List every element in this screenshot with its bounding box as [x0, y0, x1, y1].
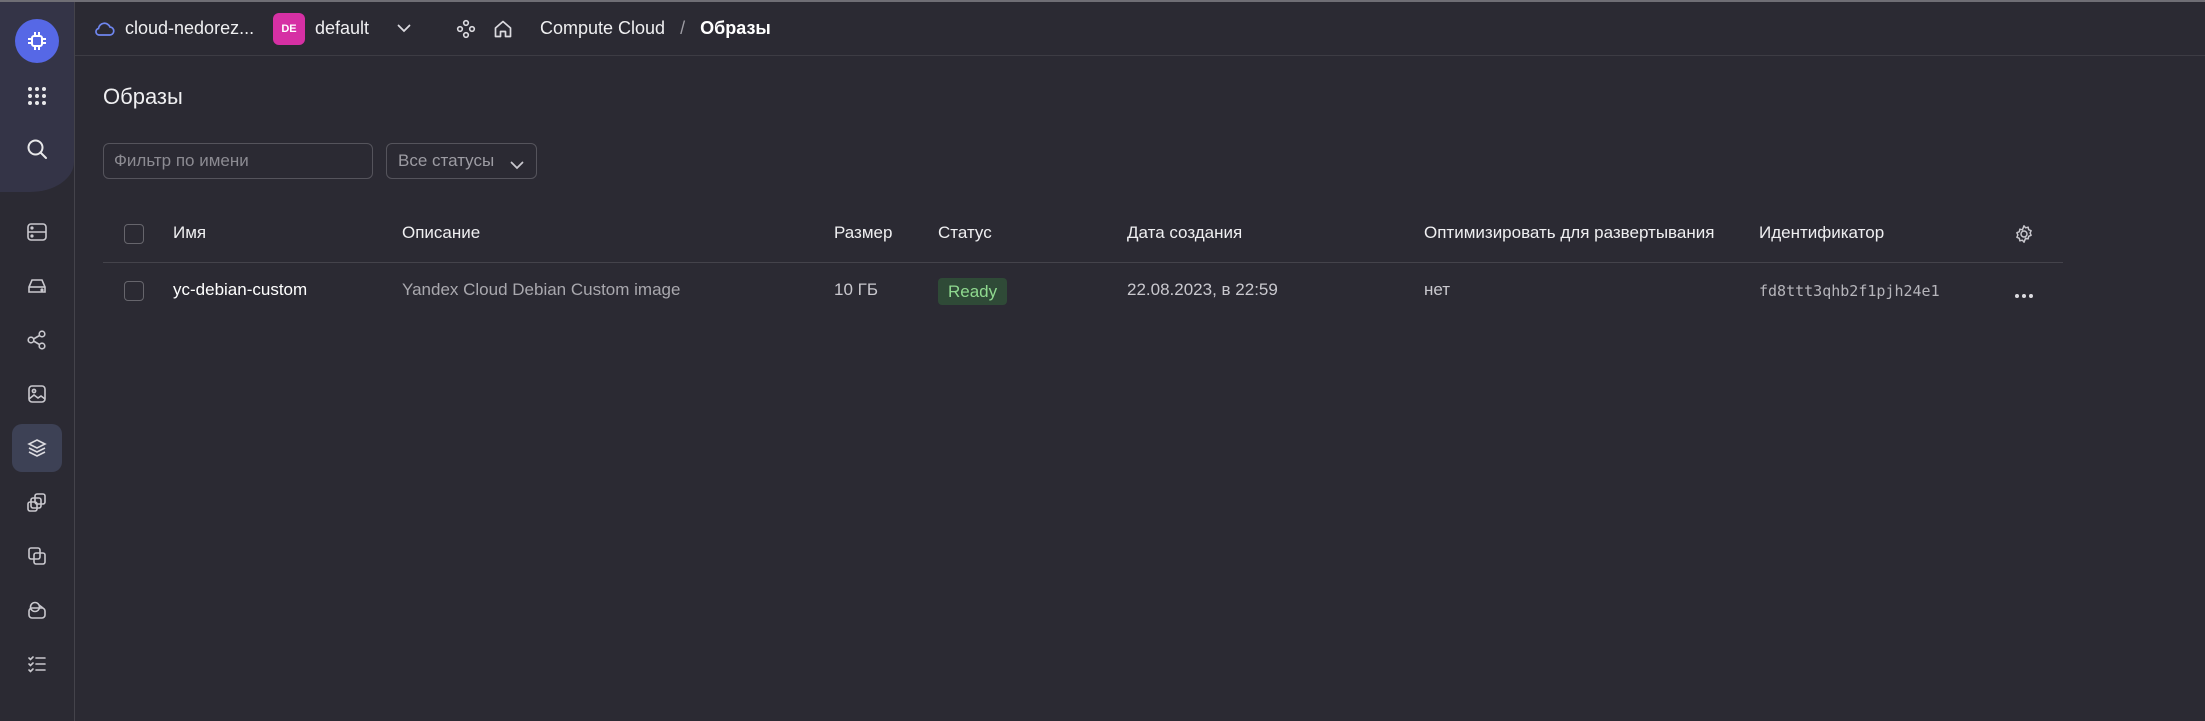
row-more-actions-icon[interactable]: [2014, 286, 2034, 304]
column-header-status[interactable]: Статус: [938, 223, 992, 243]
folder-selector[interactable]: DE default: [273, 2, 411, 55]
folder-avatar: DE: [273, 12, 305, 45]
breadcrumb-current: Образы: [700, 18, 771, 38]
virtual-machines-icon[interactable]: [12, 208, 62, 256]
row-created: 22.08.2023, в 22:59: [1127, 280, 1278, 299]
breadcrumb-compute-cloud[interactable]: Compute Cloud: [540, 18, 665, 39]
gpu-clusters-icon[interactable]: [12, 532, 62, 580]
page-title: Образы: [103, 84, 183, 109]
cloud-name: cloud-nedorez...: [125, 18, 255, 38]
home-icon[interactable]: [493, 2, 513, 55]
chevron-down-icon[interactable]: [397, 24, 411, 33]
column-header-created[interactable]: Дата создания: [1127, 223, 1242, 243]
placement-groups-icon[interactable]: [12, 316, 62, 364]
disks-icon[interactable]: [12, 262, 62, 310]
operations-icon[interactable]: [12, 640, 62, 688]
column-header-id[interactable]: Идентификатор: [1759, 223, 1884, 243]
status-filter-value: Все статусы: [398, 151, 495, 170]
instance-groups-icon[interactable]: [12, 478, 62, 526]
chevron-down-icon: [510, 155, 524, 175]
file-storage-icon[interactable]: [12, 586, 62, 634]
column-header-size[interactable]: Размер: [834, 223, 892, 243]
column-header-optimize[interactable]: Оптимизировать для развертывания: [1424, 223, 1714, 243]
folder-name: default: [315, 18, 370, 38]
table-header-divider: [103, 262, 2063, 263]
row-description: Yandex Cloud Debian Custom image: [402, 280, 681, 299]
column-header-description[interactable]: Описание: [402, 223, 480, 243]
status-filter-select[interactable]: Все статусы: [386, 143, 537, 179]
images-icon[interactable]: [12, 370, 62, 418]
breadcrumb: Compute Cloud / Образы: [540, 2, 771, 55]
top-header: cloud-nedorez... DE default Compute Clou…: [75, 2, 2205, 56]
column-header-name[interactable]: Имя: [173, 223, 206, 243]
name-filter-input[interactable]: [103, 143, 373, 179]
search-icon[interactable]: [12, 125, 62, 173]
row-checkbox[interactable]: [124, 281, 144, 301]
row-name[interactable]: yc-debian-custom: [173, 280, 307, 300]
cloud-icon: [93, 21, 115, 37]
breadcrumb-separator: /: [680, 18, 686, 38]
cloud-selector[interactable]: cloud-nedorez...: [93, 2, 254, 55]
row-id[interactable]: fd8ttt3qhb2f1pjh24e1: [1759, 282, 1940, 300]
select-all-checkbox[interactable]: [124, 224, 144, 244]
status-badge: Ready: [938, 278, 1008, 305]
apps-grid-icon[interactable]: [12, 72, 62, 120]
compute-logo-icon[interactable]: [15, 19, 59, 63]
row-size: 10 ГБ: [834, 280, 878, 299]
services-icon[interactable]: [456, 2, 476, 55]
row-optimize: нет: [1424, 280, 1451, 299]
sidebar: [0, 2, 75, 721]
snapshots-icon[interactable]: [12, 424, 62, 472]
sidebar-top-panel: [0, 2, 74, 192]
table-settings-gear-icon[interactable]: [2014, 224, 2034, 249]
